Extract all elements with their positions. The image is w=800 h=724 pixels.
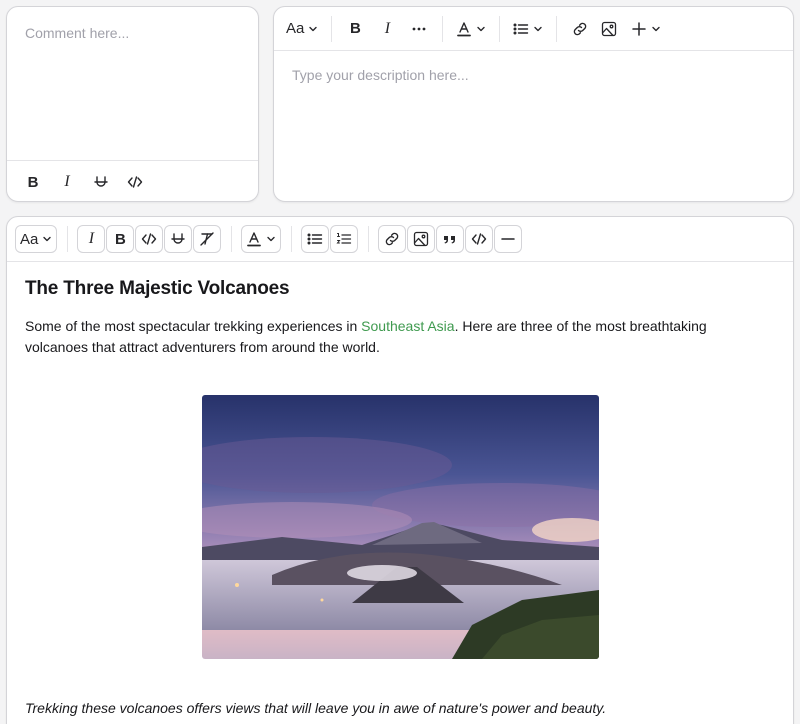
- bold-button[interactable]: B: [19, 168, 47, 196]
- italic-button[interactable]: I: [53, 168, 81, 196]
- image-icon: [414, 231, 429, 247]
- divider: [331, 15, 333, 42]
- chevron-down-icon: [534, 26, 543, 31]
- strikethrough-icon: [94, 176, 108, 187]
- text-color-icon: [457, 21, 472, 36]
- ordered-list-icon: [336, 233, 352, 244]
- document-title: The Three Majestic Volcanoes: [25, 278, 290, 299]
- strikethrough-button[interactable]: [164, 225, 193, 253]
- chevron-down-icon: [477, 26, 486, 31]
- font-dropdown[interactable]: Aa: [282, 15, 322, 43]
- horizontal-rule-icon: [501, 238, 516, 240]
- bold-button[interactable]: B: [341, 15, 369, 43]
- description-editor: Aa B I: [273, 6, 794, 202]
- code-button[interactable]: [121, 168, 149, 196]
- font-label: Aa: [286, 20, 305, 37]
- comment-toolbar: B I: [7, 160, 258, 201]
- description-toolbar: Aa B I: [274, 7, 793, 51]
- code-block-icon: [472, 233, 487, 245]
- description-input[interactable]: [274, 51, 793, 201]
- code-button[interactable]: [135, 225, 164, 253]
- clear-format-icon: [200, 232, 215, 246]
- para-text: Some of the most spectacular trekking ex…: [25, 318, 362, 334]
- horizontal-rule-button[interactable]: [494, 225, 523, 253]
- quote-icon: [444, 236, 456, 244]
- link-icon: [574, 22, 587, 35]
- link-icon: [386, 232, 399, 246]
- font-label: Aa: [20, 230, 39, 248]
- plus-icon: [632, 21, 647, 36]
- editor-toolbar: Aa I B: [7, 217, 793, 262]
- caption-text: Trekking these volcanoes offers views th…: [25, 700, 607, 716]
- intro-paragraph: Some of the most spectacular trekking ex…: [25, 316, 765, 358]
- clear-formatting-button[interactable]: [193, 225, 222, 253]
- chevron-down-icon: [267, 236, 276, 242]
- volcano-photo: [202, 395, 599, 659]
- code-block-button[interactable]: [465, 225, 494, 253]
- link-button[interactable]: [378, 225, 407, 253]
- text-color-dropdown[interactable]: [452, 15, 490, 43]
- divider: [67, 226, 69, 252]
- chevron-down-icon: [43, 236, 52, 242]
- editor-content[interactable]: The Three Majestic Volcanoes Some of the…: [7, 262, 793, 716]
- comment-input[interactable]: [7, 7, 258, 160]
- list-icon: [513, 23, 529, 34]
- bullet-list-icon: [307, 233, 323, 245]
- code-icon: [127, 176, 143, 188]
- blockquote-button[interactable]: [436, 225, 465, 253]
- chevron-down-icon: [309, 26, 318, 31]
- italic-icon: I: [64, 173, 70, 190]
- divider: [499, 15, 501, 42]
- image-button[interactable]: [595, 15, 623, 43]
- text-color-dropdown[interactable]: [241, 225, 282, 253]
- bold-button[interactable]: B: [106, 225, 135, 253]
- bold-icon: B: [114, 230, 126, 248]
- bold-icon: B: [27, 173, 39, 191]
- image-icon: [602, 21, 617, 36]
- strikethrough-button[interactable]: [87, 168, 115, 196]
- italic-button[interactable]: I: [373, 15, 401, 43]
- divider: [368, 226, 370, 252]
- divider: [556, 15, 558, 42]
- chevron-down-icon: [652, 26, 661, 31]
- rich-text-editor: Aa I B The Three Majestic Volcanoes Some…: [6, 216, 794, 724]
- italic-icon: I: [88, 230, 95, 247]
- southeast-asia-link[interactable]: Southeast Asia: [361, 318, 454, 334]
- more-horizontal-icon: [412, 27, 426, 30]
- italic-button[interactable]: I: [77, 225, 106, 253]
- insert-dropdown[interactable]: [627, 15, 665, 43]
- bullet-list-button[interactable]: [301, 225, 330, 253]
- image-button[interactable]: [407, 225, 436, 253]
- ordered-list-button[interactable]: [330, 225, 359, 253]
- link-button[interactable]: [566, 15, 594, 43]
- divider: [291, 226, 293, 252]
- bold-icon: B: [349, 20, 361, 37]
- italic-icon: I: [384, 19, 391, 37]
- volcano-landscape-image: [202, 395, 599, 659]
- divider: [442, 15, 444, 42]
- list-dropdown[interactable]: [509, 15, 547, 43]
- font-dropdown[interactable]: Aa: [15, 225, 58, 253]
- strikethrough-icon: [171, 233, 186, 244]
- code-icon: [142, 233, 157, 245]
- text-color-icon: [247, 232, 262, 247]
- divider: [231, 226, 233, 252]
- more-button[interactable]: [405, 15, 433, 43]
- comment-editor: B I: [6, 6, 259, 202]
